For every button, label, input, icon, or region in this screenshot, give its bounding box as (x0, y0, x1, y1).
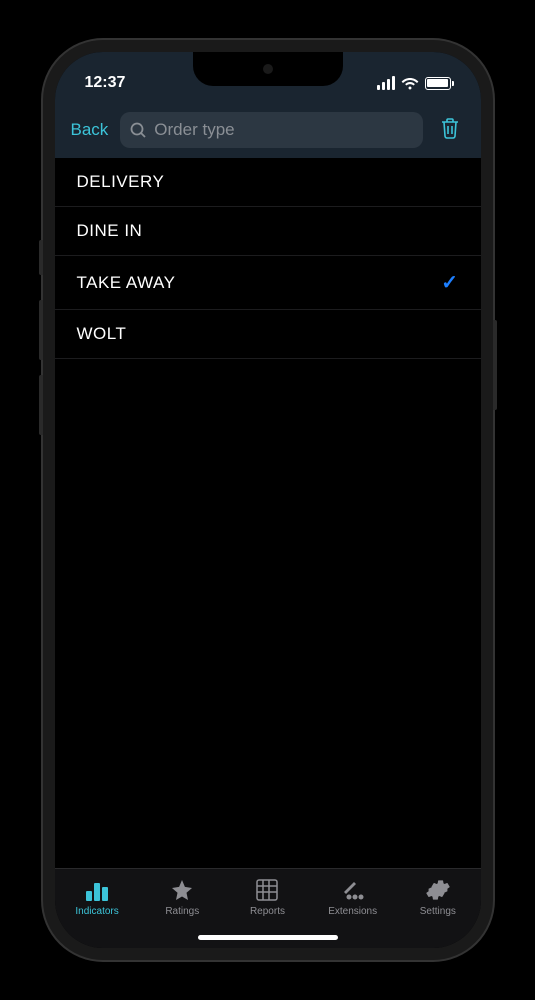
back-button[interactable]: Back (71, 120, 109, 140)
content-list: DELIVERY DINE IN TAKE AWAY ✓ WOLT (55, 158, 481, 868)
list-item-wolt[interactable]: WOLT (55, 310, 481, 359)
search-icon (130, 122, 146, 138)
screen: 12:37 Back (55, 52, 481, 948)
wifi-icon (401, 77, 419, 90)
tab-label: Ratings (165, 906, 199, 917)
tab-indicators[interactable]: Indicators (62, 877, 132, 917)
nav-bar: Back (55, 102, 481, 158)
search-input[interactable] (154, 120, 412, 140)
tab-label: Extensions (328, 906, 377, 917)
list-item-label: DINE IN (77, 221, 143, 241)
status-indicators (377, 76, 451, 90)
list-item-label: TAKE AWAY (77, 273, 176, 293)
home-indicator[interactable] (198, 935, 338, 940)
notch (193, 52, 343, 86)
status-time: 12:37 (85, 74, 126, 92)
list-item-take-away[interactable]: TAKE AWAY ✓ (55, 256, 481, 310)
extensions-icon (340, 877, 366, 903)
grid-icon (254, 877, 280, 903)
power-button (493, 320, 497, 410)
list-item-delivery[interactable]: DELIVERY (55, 158, 481, 207)
list-item-dine-in[interactable]: DINE IN (55, 207, 481, 256)
battery-icon (425, 77, 451, 90)
list-item-label: WOLT (77, 324, 127, 344)
indicators-icon (84, 877, 110, 903)
tab-label: Settings (420, 906, 456, 917)
tab-label: Reports (250, 906, 285, 917)
tab-extensions[interactable]: Extensions (318, 877, 388, 917)
search-container[interactable] (120, 112, 422, 148)
gear-icon (425, 877, 451, 903)
tab-settings[interactable]: Settings (403, 877, 473, 917)
tab-ratings[interactable]: Ratings (147, 877, 217, 917)
trash-icon (439, 116, 461, 140)
tab-reports[interactable]: Reports (232, 877, 302, 917)
checkmark-icon: ✓ (441, 270, 458, 295)
star-icon (169, 877, 195, 903)
cellular-signal-icon (377, 76, 395, 90)
tab-label: Indicators (75, 906, 118, 917)
trash-button[interactable] (435, 112, 465, 149)
device-frame: 12:37 Back (43, 40, 493, 960)
camera-dot (263, 64, 273, 74)
list-item-label: DELIVERY (77, 172, 165, 192)
